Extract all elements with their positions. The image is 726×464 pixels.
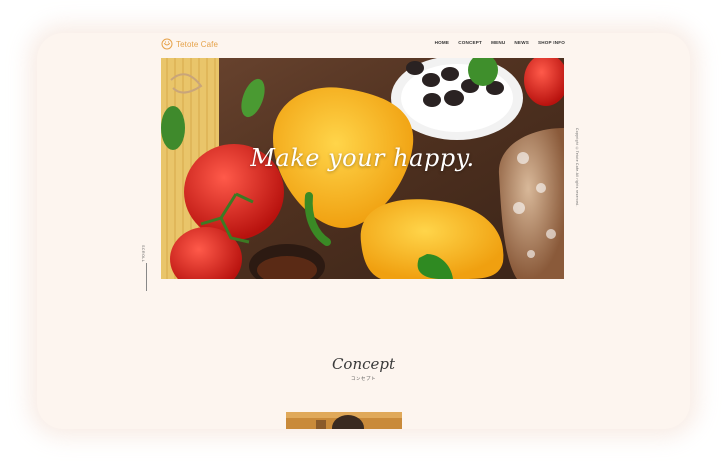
nav-item-concept[interactable]: CONCEPT [458,40,482,45]
concept-photo [286,412,402,429]
scroll-indicator[interactable]: SCROLL [141,245,153,291]
scroll-line [146,263,147,291]
nav-item-news[interactable]: NEWS [514,40,529,45]
scroll-label: SCROLL [141,245,145,263]
logo-text: Tetote Cafe [176,39,219,49]
site-header: Tetote Cafe HOME CONCEPT MENU NEWS SHOP … [161,38,565,52]
smile-logo-icon [161,38,173,50]
hero-headline: Make your happy. [250,144,475,172]
concept-title: Concept [331,355,396,373]
copyright-text: Copyright ©Tetote Cafe.All rights reserv… [575,128,579,207]
logo[interactable]: Tetote Cafe [161,38,218,50]
main-nav: HOME CONCEPT MENU NEWS SHOP INFO [435,40,565,45]
nav-item-home[interactable]: HOME [435,40,450,45]
concept-subtitle: コンセプト [351,376,376,381]
hero-image: Make your happy. [161,58,564,279]
nav-item-shop-info[interactable]: SHOP INFO [538,40,565,45]
nav-item-menu[interactable]: MENU [491,40,505,45]
page-frame: Tetote Cafe HOME CONCEPT MENU NEWS SHOP … [37,33,690,429]
